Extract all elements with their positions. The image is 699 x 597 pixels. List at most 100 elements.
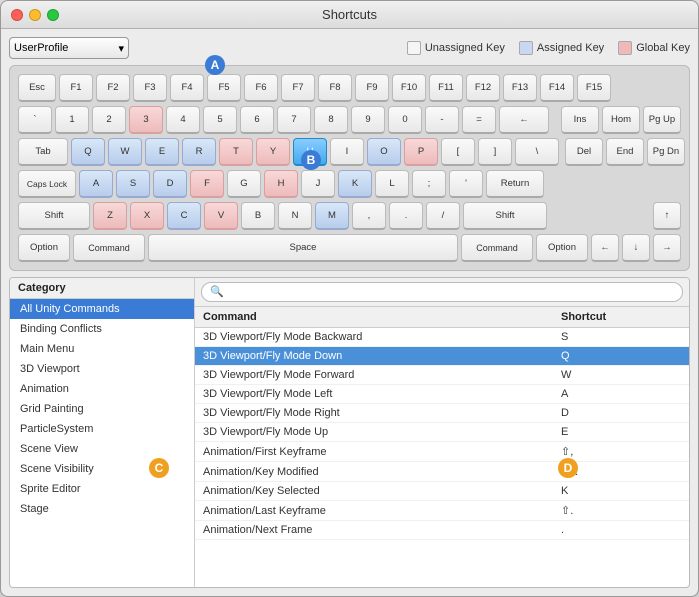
table-row[interactable]: Animation/Key Modified⇧K: [195, 462, 689, 482]
search-input[interactable]: [201, 282, 683, 302]
key-comma[interactable]: ,: [352, 202, 386, 230]
key-b[interactable]: B: [241, 202, 275, 230]
key-period[interactable]: .: [389, 202, 423, 230]
key-f3[interactable]: F3: [133, 74, 167, 102]
key-option-left[interactable]: Option: [18, 234, 70, 262]
key-up[interactable]: ↑: [653, 202, 681, 230]
table-row[interactable]: Animation/Key SelectedK: [195, 482, 689, 501]
key-s[interactable]: S: [116, 170, 150, 198]
table-row[interactable]: Animation/Last Keyframe⇧.: [195, 501, 689, 521]
sidebar-items-list[interactable]: All Unity CommandsBinding ConflictsMain …: [10, 299, 194, 587]
key-home[interactable]: Hom: [602, 106, 640, 134]
key-w[interactable]: W: [108, 138, 142, 166]
key-h[interactable]: H: [264, 170, 298, 198]
key-shift-right[interactable]: Shift: [463, 202, 547, 230]
key-f13[interactable]: F13: [503, 74, 537, 102]
key-semicolon[interactable]: ;: [412, 170, 446, 198]
key-2[interactable]: 2: [92, 106, 126, 134]
table-row[interactable]: Animation/First Keyframe⇧,: [195, 442, 689, 462]
profile-dropdown[interactable]: UserProfile ▾: [9, 37, 129, 59]
table-row[interactable]: 3D Viewport/Fly Mode UpE: [195, 423, 689, 442]
minimize-button[interactable]: [29, 9, 41, 21]
key-backspace[interactable]: ←: [499, 106, 549, 134]
key-8[interactable]: 8: [314, 106, 348, 134]
key-pgup[interactable]: Pg Up: [643, 106, 681, 134]
key-v[interactable]: V: [204, 202, 238, 230]
key-quote[interactable]: ': [449, 170, 483, 198]
key-f4[interactable]: F4: [170, 74, 204, 102]
key-f[interactable]: F: [190, 170, 224, 198]
key-f14[interactable]: F14: [540, 74, 574, 102]
key-3[interactable]: 3: [129, 106, 163, 134]
key-del[interactable]: Del: [565, 138, 603, 166]
key-backtick[interactable]: `: [18, 106, 52, 134]
key-f5[interactable]: F5: [207, 74, 241, 102]
key-pgdn[interactable]: Pg Dn: [647, 138, 685, 166]
key-option-right[interactable]: Option: [536, 234, 588, 262]
key-9[interactable]: 9: [351, 106, 385, 134]
key-q[interactable]: Q: [71, 138, 105, 166]
key-a[interactable]: A: [79, 170, 113, 198]
key-equals[interactable]: =: [462, 106, 496, 134]
sidebar-item[interactable]: Stage: [10, 499, 194, 519]
key-1[interactable]: 1: [55, 106, 89, 134]
key-command-left[interactable]: Command: [73, 234, 145, 262]
key-shift-left[interactable]: Shift: [18, 202, 90, 230]
key-x[interactable]: X: [130, 202, 164, 230]
table-row[interactable]: Animation/Next Frame.: [195, 521, 689, 540]
key-g[interactable]: G: [227, 170, 261, 198]
maximize-button[interactable]: [47, 9, 59, 21]
key-5[interactable]: 5: [203, 106, 237, 134]
key-4[interactable]: 4: [166, 106, 200, 134]
key-f6[interactable]: F6: [244, 74, 278, 102]
key-p[interactable]: P: [404, 138, 438, 166]
key-slash[interactable]: /: [426, 202, 460, 230]
sidebar-item[interactable]: Scene Visibility: [10, 459, 194, 479]
key-7[interactable]: 7: [277, 106, 311, 134]
sidebar-item[interactable]: 3D Viewport: [10, 359, 194, 379]
key-backslash[interactable]: \: [515, 138, 559, 166]
key-left[interactable]: ←: [591, 234, 619, 262]
key-f10[interactable]: F10: [392, 74, 426, 102]
sidebar-item[interactable]: Main Menu: [10, 339, 194, 359]
key-c[interactable]: C: [167, 202, 201, 230]
table-row[interactable]: 3D Viewport/Fly Mode RightD: [195, 404, 689, 423]
key-caps-lock[interactable]: Caps Lock: [18, 170, 76, 198]
key-f11[interactable]: F11: [429, 74, 463, 102]
key-o[interactable]: O: [367, 138, 401, 166]
commands-table[interactable]: 3D Viewport/Fly Mode BackwardS3D Viewpor…: [195, 328, 689, 587]
key-down[interactable]: ↓: [622, 234, 650, 262]
key-e[interactable]: E: [145, 138, 179, 166]
key-u[interactable]: U: [293, 138, 327, 166]
sidebar-item[interactable]: Scene View: [10, 439, 194, 459]
key-d[interactable]: D: [153, 170, 187, 198]
sidebar-item[interactable]: All Unity Commands: [10, 299, 194, 319]
key-t[interactable]: T: [219, 138, 253, 166]
key-end[interactable]: End: [606, 138, 644, 166]
table-row[interactable]: 3D Viewport/Fly Mode ForwardW: [195, 366, 689, 385]
close-button[interactable]: [11, 9, 23, 21]
key-space[interactable]: Space: [148, 234, 458, 262]
sidebar-item[interactable]: ParticleSystem: [10, 419, 194, 439]
key-bracket-r[interactable]: ]: [478, 138, 512, 166]
key-f7[interactable]: F7: [281, 74, 315, 102]
key-y[interactable]: Y: [256, 138, 290, 166]
key-f1[interactable]: F1: [59, 74, 93, 102]
key-f8[interactable]: F8: [318, 74, 352, 102]
key-l[interactable]: L: [375, 170, 409, 198]
table-row[interactable]: 3D Viewport/Fly Mode DownQ: [195, 347, 689, 366]
key-f12[interactable]: F12: [466, 74, 500, 102]
key-right[interactable]: →: [653, 234, 681, 262]
key-esc[interactable]: Esc: [18, 74, 56, 102]
table-row[interactable]: 3D Viewport/Fly Mode BackwardS: [195, 328, 689, 347]
key-minus[interactable]: -: [425, 106, 459, 134]
key-z[interactable]: Z: [93, 202, 127, 230]
key-j[interactable]: J: [301, 170, 335, 198]
key-f15[interactable]: F15: [577, 74, 611, 102]
key-bracket-l[interactable]: [: [441, 138, 475, 166]
key-r[interactable]: R: [182, 138, 216, 166]
key-i[interactable]: I: [330, 138, 364, 166]
key-command-right[interactable]: Command: [461, 234, 533, 262]
key-f2[interactable]: F2: [96, 74, 130, 102]
key-n[interactable]: N: [278, 202, 312, 230]
